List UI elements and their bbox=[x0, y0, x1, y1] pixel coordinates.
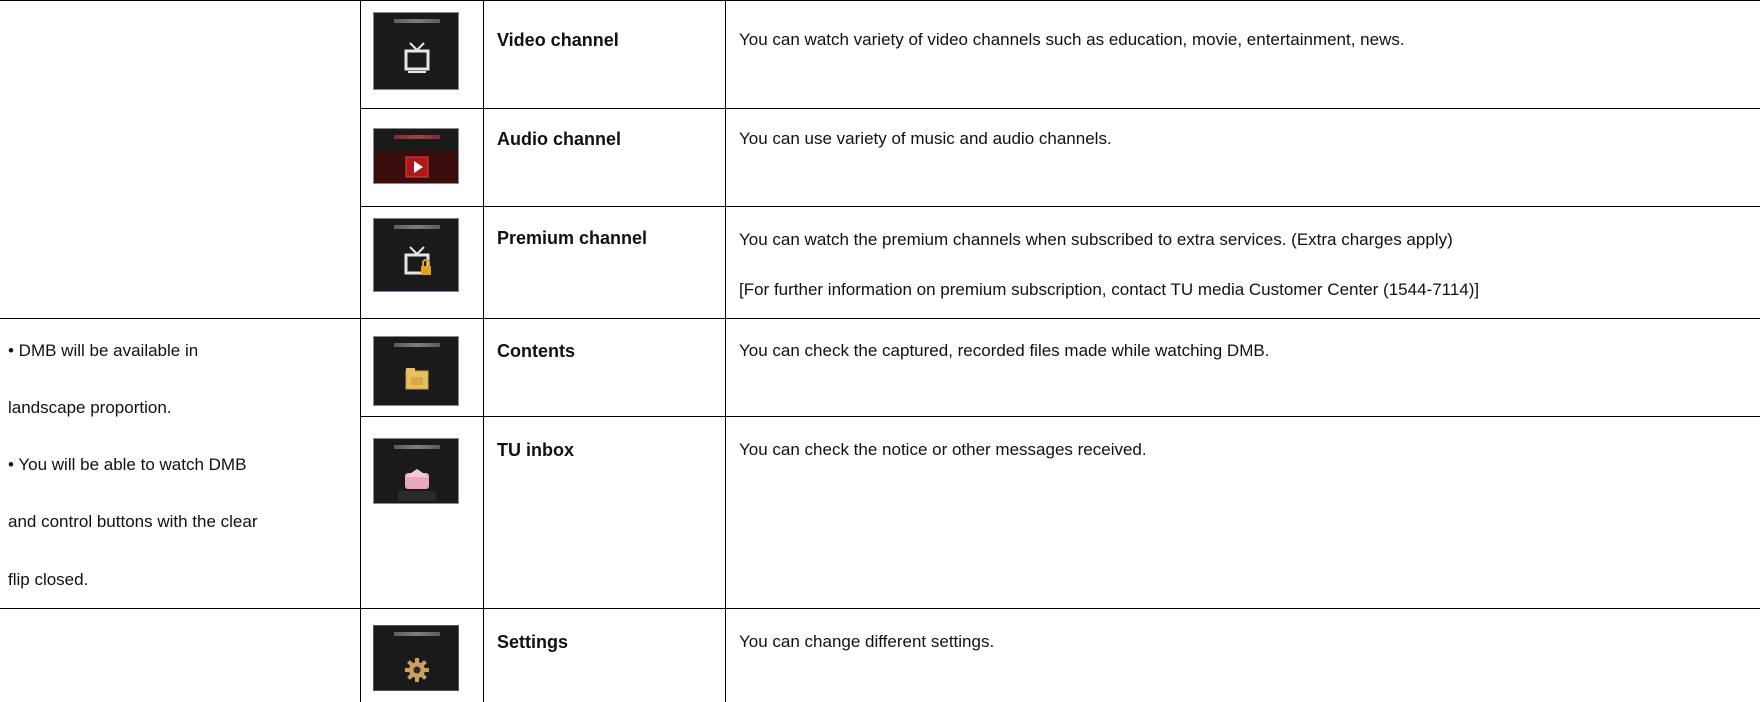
feature-name: Audio channel bbox=[497, 129, 622, 149]
usage-note: and control buttons with the clear bbox=[8, 512, 258, 531]
row-divider bbox=[360, 206, 1760, 207]
gear-icon bbox=[405, 658, 429, 682]
feature-description: You can change different settings. bbox=[739, 632, 995, 651]
tv-icon bbox=[404, 42, 430, 73]
row-divider bbox=[0, 318, 1760, 319]
feature-name: Video channel bbox=[497, 30, 619, 50]
usage-note: landscape proportion. bbox=[8, 398, 172, 417]
video-channel-thumbnail bbox=[373, 12, 459, 90]
tv-lock-icon bbox=[404, 246, 431, 275]
table-border-top bbox=[0, 0, 1760, 1]
usage-note: • DMB will be available in bbox=[8, 341, 199, 360]
contents-thumbnail bbox=[373, 336, 459, 406]
row-divider bbox=[360, 108, 1760, 109]
usage-note: flip closed. bbox=[8, 570, 89, 589]
column-divider-3 bbox=[725, 0, 726, 702]
audio-channel-thumbnail bbox=[373, 128, 459, 184]
play-icon bbox=[374, 151, 458, 183]
feature-description: You can check the notice or other messag… bbox=[739, 440, 1147, 459]
row-divider bbox=[0, 608, 1760, 609]
feature-description: You can check the captured, recorded fil… bbox=[739, 341, 1270, 360]
settings-thumbnail bbox=[373, 625, 459, 691]
column-divider-2 bbox=[483, 0, 484, 702]
feature-description: You can watch variety of video channels … bbox=[739, 30, 1405, 49]
usage-note: • You will be able to watch DMB bbox=[8, 455, 247, 474]
envelope-icon bbox=[398, 469, 436, 501]
feature-description: You can use variety of music and audio c… bbox=[739, 129, 1112, 148]
feature-name: Contents bbox=[497, 341, 575, 361]
folder-icon bbox=[405, 368, 429, 390]
feature-name: TU inbox bbox=[497, 440, 574, 460]
feature-name: Premium channel bbox=[497, 228, 648, 248]
premium-channel-thumbnail bbox=[373, 218, 459, 292]
column-divider-1 bbox=[360, 0, 361, 702]
feature-name: Settings bbox=[497, 632, 569, 652]
feature-description: [For further information on premium subs… bbox=[739, 280, 1480, 299]
row-divider bbox=[360, 416, 1760, 417]
tu-inbox-thumbnail bbox=[373, 438, 459, 504]
feature-description: You can watch the premium channels when … bbox=[739, 230, 1453, 249]
